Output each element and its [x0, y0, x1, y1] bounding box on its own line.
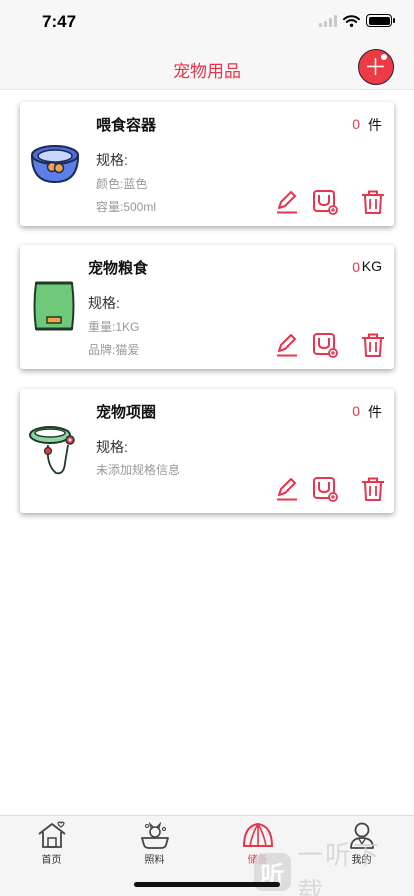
spec-line: 未添加规格信息 — [96, 463, 181, 477]
status-time: 7:47 — [42, 12, 77, 31]
spec-line: 颜色:蓝色 — [96, 177, 148, 191]
item-unit: KG — [361, 258, 382, 274]
home-indicator — [134, 882, 280, 887]
watermark-text: 一听下载 — [296, 840, 381, 896]
item-name: 宠物项圈 — [96, 404, 157, 421]
trash-icon[interactable] — [360, 332, 386, 358]
plus-icon — [367, 54, 387, 75]
item-unit: 件 — [368, 404, 382, 420]
spec-title: 规格: — [96, 439, 128, 455]
tab-label: 首页 — [41, 855, 62, 866]
item-quantity: 0 — [352, 403, 360, 419]
edit-icon[interactable] — [274, 189, 300, 215]
page-title: 宠物用品 — [173, 62, 241, 81]
battery-icon — [366, 14, 395, 27]
tab-label: 照料 — [144, 855, 165, 866]
spec-line: 重量:1KG — [88, 320, 140, 334]
spec-line: 品牌:猫爱 — [88, 343, 140, 357]
pet-bath-icon — [140, 821, 169, 849]
house-icon — [37, 821, 66, 848]
item-name: 宠物粮食 — [88, 260, 149, 277]
list-item[interactable]: 宠物粮食 0 KG 规格: 重量:1KG 品牌:猫爱 — [20, 245, 394, 369]
spec-title: 规格: — [96, 152, 128, 168]
tent-icon — [242, 822, 273, 847]
item-quantity: 0 — [352, 116, 360, 132]
item-name: 喂食容器 — [96, 117, 157, 134]
food-bowl-icon — [30, 145, 80, 184]
list-item[interactable]: 喂食容器 0 件 规格: 颜色:蓝色 容量:500ml — [20, 102, 394, 226]
cellular-signal-icon — [319, 14, 337, 27]
wifi-icon — [343, 14, 360, 27]
list-item[interactable]: 宠物项圈 0 件 规格: 未添加规格信息 — [20, 389, 394, 513]
status-icons — [319, 14, 395, 27]
stock-record-icon[interactable] — [312, 189, 338, 215]
edit-icon[interactable] — [274, 476, 300, 502]
spec-line: 容量:500ml — [96, 200, 157, 214]
tab-care[interactable]: 照料 — [103, 820, 206, 868]
status-bar: 7:47 — [0, 0, 414, 46]
spec-title: 规格: — [88, 295, 120, 311]
stock-record-icon[interactable] — [312, 332, 338, 358]
trash-icon[interactable] — [360, 189, 386, 215]
stock-record-icon[interactable] — [312, 476, 338, 502]
navigation-bar: 宠物用品 — [0, 46, 414, 90]
trash-icon[interactable] — [360, 476, 386, 502]
tab-home[interactable]: 首页 — [0, 820, 103, 868]
add-item-button[interactable] — [358, 49, 394, 85]
edit-icon[interactable] — [274, 332, 300, 358]
food-bag-icon — [33, 281, 75, 331]
item-quantity: 0 — [352, 259, 360, 275]
collar-icon — [29, 426, 75, 475]
item-unit: 件 — [368, 117, 382, 133]
